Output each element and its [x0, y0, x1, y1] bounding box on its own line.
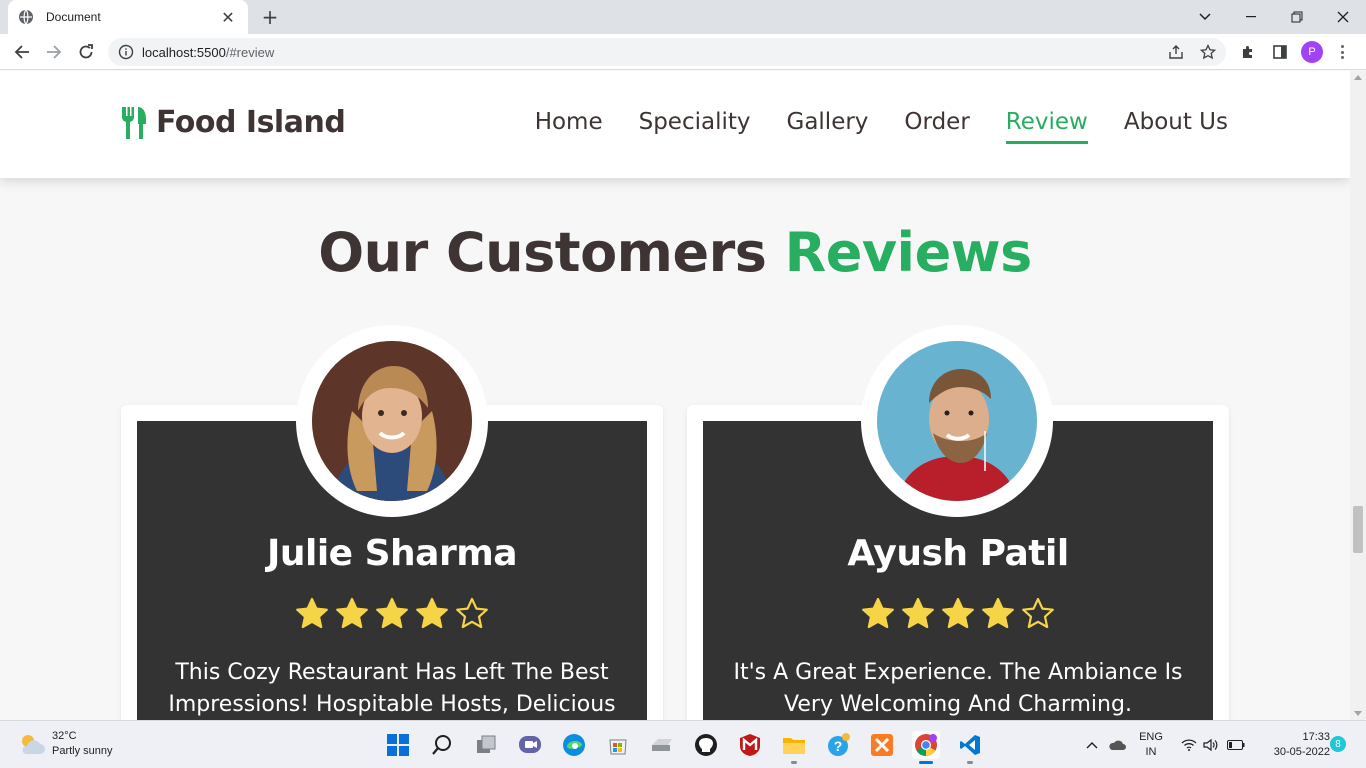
nav-home[interactable]: Home — [535, 109, 603, 144]
star-outline-icon — [1022, 597, 1054, 629]
site-header: Food Island Home Speciality Gallery Orde… — [0, 71, 1350, 178]
scroll-down-icon[interactable] — [1354, 711, 1362, 716]
reviewer-avatar-frame — [296, 325, 488, 517]
side-panel-icon[interactable] — [1272, 44, 1288, 60]
review-text: This Cozy Restaurant Has Left The Best I… — [168, 660, 616, 717]
region-code: IN — [1145, 746, 1157, 758]
url-text: localhost:5500/#review — [142, 45, 274, 60]
url-path: /#review — [225, 44, 275, 60]
reviewer-name: Julie Sharma — [266, 533, 518, 574]
teams-chat-icon[interactable] — [516, 731, 544, 759]
running-indicator — [967, 761, 973, 764]
reviews-heading: Our Customers Reviews — [0, 221, 1350, 284]
nav-about-us[interactable]: About Us — [1124, 109, 1228, 144]
new-tab-button[interactable]: + — [258, 6, 282, 28]
site-logo[interactable]: Food Island — [120, 105, 346, 140]
nav-review[interactable]: Review — [1005, 109, 1088, 144]
store-icon[interactable] — [604, 731, 632, 759]
utensils-icon — [120, 106, 148, 140]
star-filled-icon — [982, 597, 1014, 629]
star-filled-icon — [862, 597, 894, 629]
bookmark-star-icon[interactable] — [1200, 44, 1216, 60]
star-filled-icon — [336, 597, 368, 629]
nav-speciality[interactable]: Speciality — [639, 109, 751, 144]
system-clock[interactable]: 17:33 30-05-2022 — [1250, 730, 1330, 760]
tab-search-chevron-icon[interactable] — [1182, 0, 1228, 34]
search-icon[interactable] — [428, 731, 456, 759]
rating-stars — [121, 597, 663, 631]
start-icon[interactable] — [384, 731, 412, 759]
reviews-heading-accent: Reviews — [784, 221, 1033, 284]
review-text: It's A Great Experience. The Ambiance Is… — [733, 660, 1183, 717]
star-outline-icon — [456, 597, 488, 629]
nav-gallery[interactable]: Gallery — [787, 109, 869, 144]
running-indicator — [919, 761, 933, 764]
windows-taskbar: 32°C Partly sunny ? ENG IN 17:33 30-05-2… — [0, 720, 1366, 768]
star-filled-icon — [296, 597, 328, 629]
globe-icon — [18, 9, 34, 25]
url-host: localhost:5500 — [142, 44, 226, 60]
volume-icon[interactable] — [1202, 721, 1220, 768]
reviewer-name: Ayush Patil — [847, 533, 1069, 574]
profile-avatar[interactable]: P — [1301, 41, 1323, 63]
star-filled-icon — [942, 597, 974, 629]
restore-icon[interactable] — [1274, 0, 1320, 34]
task-view-icon[interactable] — [472, 731, 500, 759]
notification-badge[interactable]: 8 — [1330, 736, 1346, 752]
reviewer-avatar-frame — [861, 325, 1053, 517]
drive-icon[interactable] — [648, 731, 676, 759]
clock-date: 30-05-2022 — [1273, 746, 1330, 758]
partly-sunny-icon — [18, 732, 46, 756]
scroll-up-icon[interactable] — [1354, 75, 1362, 80]
back-arrow-icon[interactable] — [8, 38, 36, 66]
language-code: ENG — [1139, 731, 1163, 743]
window-close-icon[interactable] — [1320, 0, 1366, 34]
xampp-icon[interactable] — [868, 731, 896, 759]
battery-icon[interactable] — [1226, 721, 1246, 768]
tab-close-icon[interactable]: ✕ — [218, 8, 238, 27]
clock-time: 17:33 — [1302, 731, 1330, 743]
main-nav: Home Speciality Gallery Order Review Abo… — [535, 109, 1228, 144]
page-scrollbar[interactable] — [1350, 71, 1366, 720]
star-filled-icon — [902, 597, 934, 629]
reviewer-photo-ayush — [877, 341, 1037, 501]
show-hidden-icons-chevron-icon[interactable] — [1084, 721, 1100, 768]
chrome-icon[interactable] — [912, 731, 940, 759]
browser-tab-bar: Document ✕ + — [0, 0, 1366, 34]
onedrive-cloud-icon[interactable] — [1106, 721, 1128, 768]
browser-menu-icon[interactable] — [1334, 42, 1350, 62]
star-filled-icon — [376, 597, 408, 629]
weather-desc: Partly sunny — [52, 745, 113, 757]
reload-icon[interactable] — [72, 38, 100, 66]
forward-arrow-icon[interactable] — [40, 38, 68, 66]
star-filled-icon — [416, 597, 448, 629]
brand-name: Food Island — [156, 105, 346, 140]
help-icon[interactable]: ? — [824, 731, 852, 759]
svg-text:?: ? — [834, 738, 843, 754]
weather-widget[interactable]: 32°C Partly sunny — [18, 729, 113, 759]
nav-order[interactable]: Order — [904, 109, 969, 144]
edge-icon[interactable] — [560, 731, 588, 759]
extensions-puzzle-icon[interactable] — [1240, 44, 1256, 60]
mcafee-icon[interactable] — [736, 731, 764, 759]
github-icon[interactable] — [692, 731, 720, 759]
share-icon[interactable] — [1168, 44, 1184, 60]
running-indicator — [791, 761, 797, 764]
reviews-heading-main: Our Customers — [318, 221, 767, 284]
rating-stars — [687, 597, 1229, 631]
weather-temp: 32°C — [52, 730, 77, 742]
site-info-icon[interactable] — [118, 44, 134, 60]
page-viewport: Food Island Home Speciality Gallery Orde… — [0, 71, 1350, 720]
address-bar[interactable]: localhost:5500/#review — [108, 38, 1226, 66]
browser-toolbar: localhost:5500/#review P — [0, 34, 1366, 70]
wifi-icon[interactable] — [1180, 721, 1198, 768]
scrollbar-thumb[interactable] — [1353, 506, 1363, 553]
language-indicator[interactable]: ENG IN — [1136, 730, 1166, 760]
browser-tab[interactable]: Document ✕ — [8, 0, 248, 34]
file-explorer-icon[interactable] — [780, 731, 808, 759]
minimize-icon[interactable] — [1228, 0, 1274, 34]
tab-title: Document — [46, 10, 101, 24]
vscode-icon[interactable] — [956, 731, 984, 759]
reviewer-photo-julie — [312, 341, 472, 501]
